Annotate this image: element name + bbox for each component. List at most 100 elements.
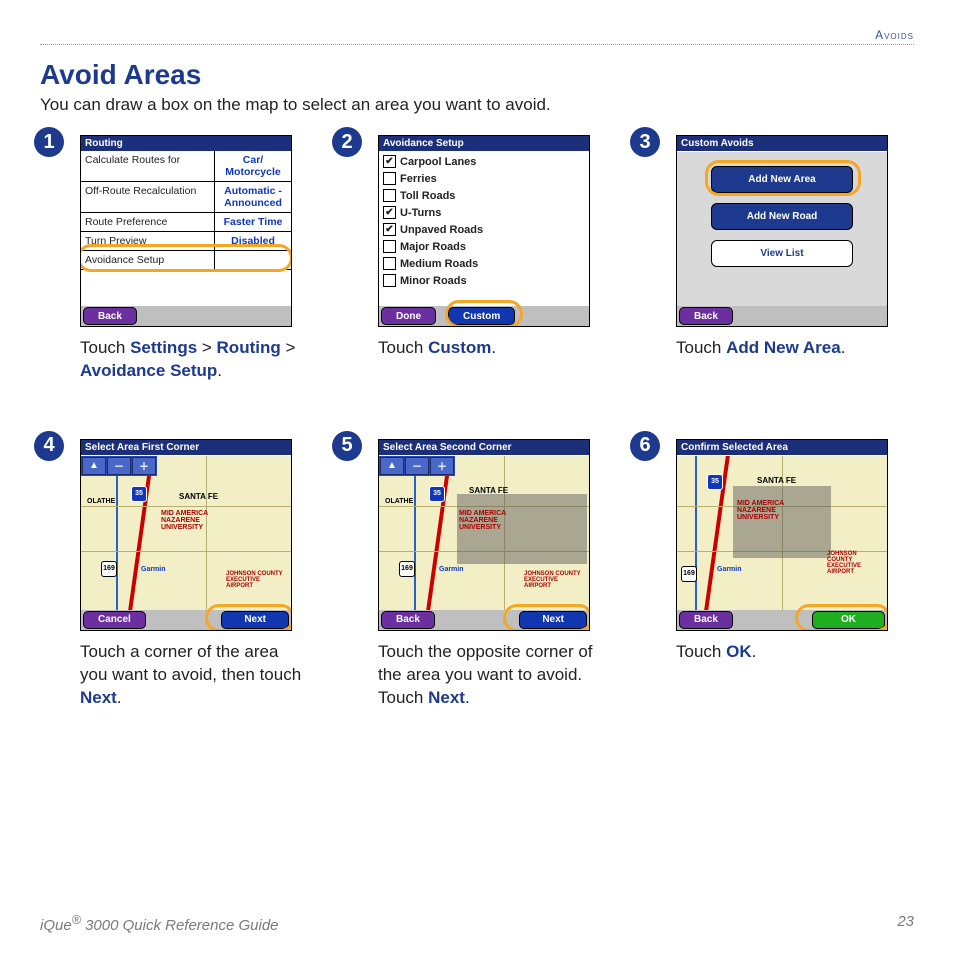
screen-routing: Routing Calculate Routes forCar/ Motorcy… [80, 135, 292, 327]
next-button[interactable]: Next [519, 611, 587, 629]
map-label: MID AMERICA NAZARENE UNIVERSITY [161, 510, 221, 531]
map-label: MID AMERICA NAZARENE UNIVERSITY [459, 510, 519, 531]
routing-table: Calculate Routes forCar/ Motorcycle Off-… [81, 151, 291, 270]
map[interactable]: ▲ － ＋ 35 169 OLATHE SANTA FE MID AMERICA… [81, 456, 291, 610]
map-toolbar: ▲ － ＋ [81, 456, 157, 476]
map-label: OLATHE [385, 498, 413, 505]
check-item[interactable]: Medium Roads [383, 255, 589, 272]
highway-shield: 169 [681, 566, 697, 582]
pan-icon[interactable]: ▲ [82, 457, 106, 475]
step-badge: 4 [34, 431, 64, 461]
step-6: 6 Confirm Selected Area 35 169 SANTA FE … [636, 439, 914, 710]
checkbox-icon: ✔ [383, 155, 396, 168]
bottombar: Back [677, 306, 887, 326]
step-4: 4 Select Area First Corner ▲ － ＋ 35 169 … [40, 439, 318, 710]
highway-shield: 169 [101, 561, 117, 577]
map[interactable]: 35 169 SANTA FE MID AMERICA NAZARENE UNI… [677, 456, 887, 610]
step-caption: Touch OK. [676, 641, 906, 664]
row-value[interactable]: Disabled [214, 232, 291, 250]
zoom-out-icon[interactable]: － [107, 457, 131, 475]
bottombar: Back [81, 306, 291, 326]
screen-second-corner: Select Area Second Corner ▲ － ＋ 35 169 O… [378, 439, 590, 631]
map-label: MID AMERICA NAZARENE UNIVERSITY [737, 500, 797, 521]
road [414, 456, 416, 610]
step-badge: 6 [630, 431, 660, 461]
check-item[interactable]: Major Roads [383, 238, 589, 255]
row-label: Off-Route Recalculation [81, 182, 214, 212]
checkbox-icon [383, 274, 396, 287]
screen-first-corner: Select Area First Corner ▲ － ＋ 35 169 OL… [80, 439, 292, 631]
next-button[interactable]: Next [221, 611, 289, 629]
custom-button[interactable]: Custom [448, 307, 515, 325]
add-new-road-button[interactable]: Add New Road [711, 203, 853, 230]
ok-button[interactable]: OK [812, 611, 885, 629]
back-button[interactable]: Back [83, 307, 137, 325]
map-label: OLATHE [87, 498, 115, 505]
page-number: 23 [897, 913, 914, 934]
map-label: Garmin [439, 566, 464, 573]
done-button[interactable]: Done [381, 307, 436, 325]
view-list-button[interactable]: View List [711, 240, 853, 267]
step-caption: Touch Add New Area. [676, 337, 906, 360]
step-badge: 1 [34, 127, 64, 157]
interstate-shield: 35 [707, 474, 723, 490]
map-label: JOHNSON COUNTY EXECUTIVE AIRPORT [827, 551, 883, 575]
map-label: JOHNSON COUNTY EXECUTIVE AIRPORT [524, 571, 584, 589]
row-value[interactable]: Car/ Motorcycle [214, 151, 291, 181]
check-item[interactable]: ✔Unpaved Roads [383, 221, 589, 238]
interstate-shield: 35 [131, 486, 147, 502]
map-label: SANTA FE [179, 492, 218, 501]
titlebar: Avoidance Setup [379, 136, 589, 151]
check-item[interactable]: Toll Roads [383, 187, 589, 204]
titlebar: Select Area First Corner [81, 440, 291, 455]
pan-icon[interactable]: ▲ [380, 457, 404, 475]
check-item[interactable]: Minor Roads [383, 272, 589, 289]
interstate-shield: 35 [429, 486, 445, 502]
row-value [214, 251, 291, 269]
check-item[interactable]: ✔U-Turns [383, 204, 589, 221]
titlebar: Custom Avoids [677, 136, 887, 151]
checkbox-icon [383, 189, 396, 202]
step-caption: Touch the opposite corner of the area yo… [378, 641, 608, 710]
step-caption: Touch a corner of the area you want to a… [80, 641, 310, 710]
titlebar: Select Area Second Corner [379, 440, 589, 455]
bottombar: Cancel Next [81, 610, 291, 630]
step-badge: 2 [332, 127, 362, 157]
screen-confirm: Confirm Selected Area 35 169 SANTA FE MI… [676, 439, 888, 631]
back-button[interactable]: Back [679, 611, 733, 629]
add-new-area-button[interactable]: Add New Area [711, 166, 853, 193]
bottombar: Back Next [379, 610, 589, 630]
page-footer: iQue® 3000 Quick Reference Guide 23 [40, 913, 914, 934]
section-header: Avoids [40, 28, 914, 42]
selection-box [733, 486, 831, 558]
screen-avoidance-setup: Avoidance Setup ✔Carpool Lanes Ferries T… [378, 135, 590, 327]
titlebar: Routing [81, 136, 291, 151]
map-label: SANTA FE [469, 486, 508, 495]
checkbox-icon: ✔ [383, 206, 396, 219]
row-value[interactable]: Faster Time [214, 213, 291, 231]
check-item[interactable]: Ferries [383, 170, 589, 187]
map-label: Garmin [717, 566, 742, 573]
titlebar: Confirm Selected Area [677, 440, 887, 455]
map[interactable]: ▲ － ＋ 35 169 OLATHE SANTA FE MID AMERICA… [379, 456, 589, 610]
footer-title: iQue® 3000 Quick Reference Guide [40, 913, 279, 934]
back-button[interactable]: Back [381, 611, 435, 629]
zoom-out-icon[interactable]: － [405, 457, 429, 475]
row-label: Calculate Routes for [81, 151, 214, 181]
check-item[interactable]: ✔Carpool Lanes [383, 153, 589, 170]
zoom-in-icon[interactable]: ＋ [132, 457, 156, 475]
step-5: 5 Select Area Second Corner ▲ － ＋ 35 169… [338, 439, 616, 710]
checkbox-icon [383, 257, 396, 270]
checkbox-icon [383, 240, 396, 253]
cancel-button[interactable]: Cancel [83, 611, 146, 629]
road [695, 456, 697, 610]
row-label[interactable]: Avoidance Setup [81, 251, 214, 269]
zoom-in-icon[interactable]: ＋ [430, 457, 454, 475]
intro-text: You can draw a box on the map to select … [40, 95, 914, 115]
map-label: Garmin [141, 566, 166, 573]
map-label: JOHNSON COUNTY EXECUTIVE AIRPORT [226, 571, 286, 589]
map-label: SANTA FE [757, 476, 796, 485]
screen-body: Add New Area Add New Road View List [677, 152, 887, 306]
row-value[interactable]: Automatic - Announced [214, 182, 291, 212]
back-button[interactable]: Back [679, 307, 733, 325]
